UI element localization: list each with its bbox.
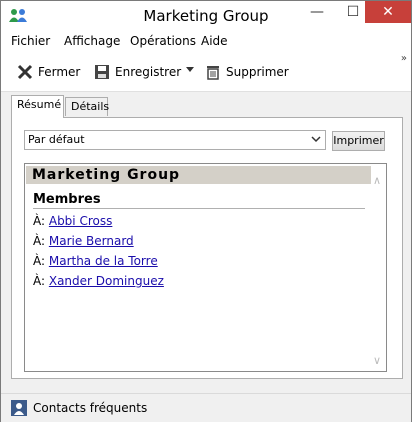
view-select-value: Par défaut xyxy=(28,133,85,146)
member-link[interactable]: Marie Bernard xyxy=(49,234,134,248)
close-x-icon xyxy=(17,64,33,80)
list-item: À: Martha de la Torre xyxy=(33,254,158,268)
view-select[interactable]: Par défaut xyxy=(24,130,326,150)
menu-aide[interactable]: Aide xyxy=(201,34,228,48)
status-bar: Contacts fréquents xyxy=(1,393,411,422)
contact-card-icon[interactable] xyxy=(11,400,27,416)
tab-resume[interactable]: Résumé xyxy=(11,95,64,118)
close-window-button[interactable]: ✕ xyxy=(365,1,411,23)
close-contact-button[interactable]: Fermer xyxy=(17,63,80,81)
list-item: À: Abbi Cross xyxy=(33,214,112,228)
minimize-button[interactable]: — xyxy=(301,1,333,23)
toolbar-overflow-icon[interactable]: » xyxy=(401,53,407,64)
menu-operations[interactable]: Opérations xyxy=(130,34,196,48)
floppy-disk-icon xyxy=(95,65,109,79)
delete-button[interactable]: Supprimer xyxy=(205,63,289,81)
list-item: À: Marie Bernard xyxy=(33,234,134,248)
trash-icon xyxy=(207,66,219,80)
contact-group-window: Marketing Group — ☐ ✕ Fichier Affichage … xyxy=(0,0,412,422)
print-button[interactable]: Imprimer xyxy=(332,131,385,151)
members-divider xyxy=(33,208,365,209)
title-bar: Marketing Group — ☐ ✕ xyxy=(1,1,411,31)
dropdown-arrow-icon xyxy=(186,67,194,72)
members-heading: Membres xyxy=(33,192,101,207)
menu-affichage[interactable]: Affichage xyxy=(64,34,120,48)
group-name-header: Marketing Group xyxy=(26,166,371,184)
scroll-down-icon[interactable]: ∨ xyxy=(373,354,381,367)
list-item: À: Xander Dominguez xyxy=(33,274,164,288)
member-link[interactable]: Martha de la Torre xyxy=(49,254,158,268)
summary-panel: Par défaut Imprimer Marketing Group Memb… xyxy=(11,117,403,379)
menu-bar: Fichier Affichage Opérations Aide xyxy=(1,31,411,53)
save-label: Enregistrer xyxy=(115,65,182,79)
scroll-up-icon[interactable]: ∧ xyxy=(373,174,381,187)
tab-details[interactable]: Détails xyxy=(65,97,109,116)
member-prefix: À: xyxy=(33,254,49,268)
save-button[interactable]: Enregistrer xyxy=(94,63,181,81)
member-prefix: À: xyxy=(33,214,49,228)
member-prefix: À: xyxy=(33,234,49,248)
member-prefix: À: xyxy=(33,274,49,288)
chevron-down-icon xyxy=(311,132,321,150)
contact-content: Marketing Group Membres À: Abbi Cross À:… xyxy=(24,163,387,372)
toolbar: Fermer Enregistrer Supprimer » xyxy=(1,53,411,92)
save-dropdown-arrow[interactable] xyxy=(186,61,199,79)
member-link[interactable]: Xander Dominguez xyxy=(49,274,164,288)
delete-label: Supprimer xyxy=(226,65,289,79)
close-label: Fermer xyxy=(38,65,81,79)
frequent-contacts-label[interactable]: Contacts fréquents xyxy=(33,401,147,415)
member-link[interactable]: Abbi Cross xyxy=(49,214,113,228)
menu-fichier[interactable]: Fichier xyxy=(11,34,50,48)
